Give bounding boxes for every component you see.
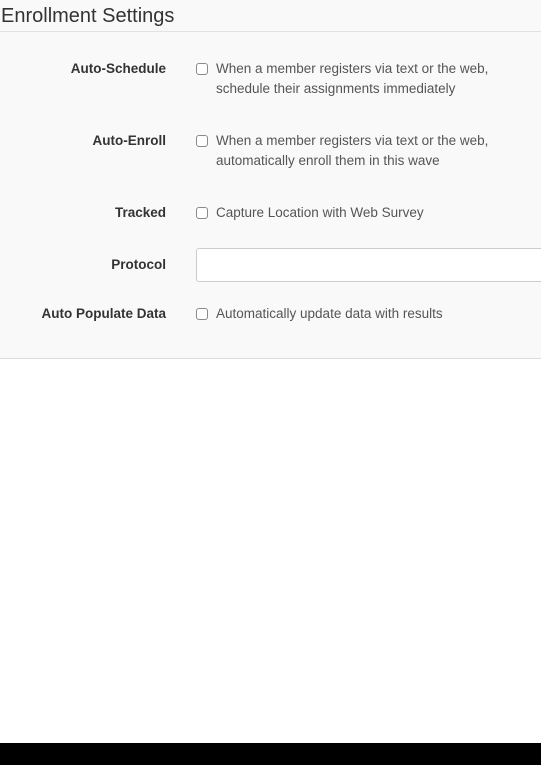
auto-enroll-checkbox[interactable] xyxy=(196,135,208,147)
auto-schedule-checkbox[interactable] xyxy=(196,63,208,75)
bottom-bar xyxy=(0,743,541,765)
page: Enrollment Settings Auto-Schedule When a… xyxy=(0,0,541,765)
tracked-label: Tracked xyxy=(114,205,166,220)
auto-populate-data-label: Auto Populate Data xyxy=(41,306,166,321)
tracked-description: Capture Location with Web Survey xyxy=(216,205,424,220)
auto-populate-data-description: Automatically update data with results xyxy=(216,306,443,321)
panel-title: Enrollment Settings xyxy=(1,5,175,27)
enrollment-settings-panel: Enrollment Settings Auto-Schedule When a… xyxy=(0,0,541,359)
tracked-checkbox[interactable] xyxy=(196,207,208,219)
auto-enroll-description: When a member registers via text or the … xyxy=(216,133,489,168)
title-divider xyxy=(0,31,541,32)
auto-schedule-description: When a member registers via text or the … xyxy=(216,61,489,96)
protocol-input[interactable] xyxy=(196,248,541,282)
auto-schedule-label: Auto-Schedule xyxy=(70,61,166,76)
auto-populate-data-checkbox[interactable] xyxy=(196,308,208,320)
auto-enroll-label: Auto-Enroll xyxy=(92,133,167,148)
protocol-label: Protocol xyxy=(111,257,166,272)
